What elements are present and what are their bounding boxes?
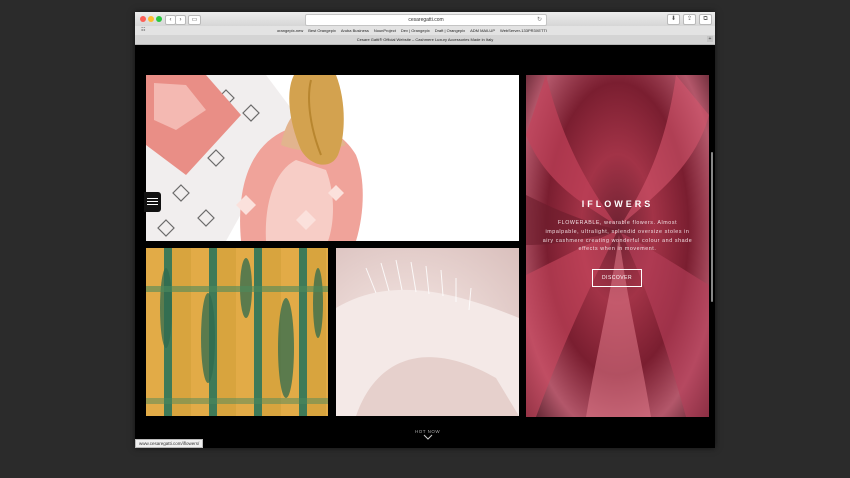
bookmark-item[interactable]: Dev | Orangepix bbox=[401, 26, 430, 35]
forward-button[interactable]: › bbox=[175, 15, 186, 25]
bookmark-item[interactable]: WebServer-133PR3XETTI bbox=[500, 26, 547, 35]
address-url: cesaregatti.com bbox=[408, 17, 444, 23]
share-button[interactable]: ⇪ bbox=[683, 14, 696, 25]
iflowers-feature[interactable]: IFLOWERS FLOWERABLE, wearable flowers. A… bbox=[526, 75, 709, 417]
minimize-window-button[interactable] bbox=[148, 16, 154, 22]
bookmark-item[interactable]: orangepix-new bbox=[277, 26, 303, 35]
browser-window: ‹ › ▭ cesaregatti.com ↻ ⬇ ⇪ ⧉ ☷ orangepi… bbox=[135, 12, 715, 448]
collection-description: FLOWERABLE, wearable flowers. Almost imp… bbox=[542, 220, 693, 253]
collection-title: IFLOWERS bbox=[581, 199, 654, 209]
bookmark-item[interactable]: NounProject bbox=[374, 26, 396, 35]
grid-icon[interactable]: ☷ bbox=[141, 27, 145, 33]
new-tab-icon[interactable]: + bbox=[707, 36, 713, 42]
shibori-pattern bbox=[146, 258, 328, 404]
tab-title[interactable]: Cesare Gatti® Official Website – Cashmer… bbox=[357, 37, 493, 42]
close-window-button[interactable] bbox=[140, 16, 146, 22]
browser-toolbar: ‹ › ▭ cesaregatti.com ↻ ⬇ ⇪ ⧉ bbox=[135, 12, 715, 26]
address-bar[interactable]: cesaregatti.com ↻ bbox=[305, 14, 547, 26]
reload-icon[interactable]: ↻ bbox=[537, 15, 542, 25]
bookmark-item[interactable]: Draft | Orangepix bbox=[435, 26, 465, 35]
bookmark-item[interactable]: Best Orangepix bbox=[308, 26, 336, 35]
fabric-texture bbox=[336, 259, 519, 416]
tabs-overview-button[interactable]: ⧉ bbox=[699, 14, 712, 25]
download-button[interactable]: ⬇ bbox=[667, 14, 680, 25]
page-content: IFLOWERS FLOWERABLE, wearable flowers. A… bbox=[135, 45, 715, 448]
shibori-fabric-image[interactable] bbox=[146, 248, 328, 416]
bookmark-item[interactable]: ADM MAILUP bbox=[470, 26, 495, 35]
sidebar-toggle-button[interactable]: ▭ bbox=[188, 15, 201, 25]
hero-image[interactable] bbox=[146, 75, 519, 241]
hero-illustration bbox=[146, 75, 519, 241]
discover-button[interactable]: DISCOVER bbox=[592, 269, 642, 287]
tab-bar: Cesare Gatti® Official Website – Cashmer… bbox=[135, 35, 715, 45]
hamburger-menu-icon[interactable] bbox=[144, 192, 161, 212]
bookmark-item[interactable]: Aruba Business bbox=[341, 26, 369, 35]
chevron-down-icon[interactable] bbox=[423, 434, 433, 440]
bookmark-list: orangepix-new Best Orangepix Aruba Busin… bbox=[277, 26, 547, 35]
cashmere-fabric-image[interactable] bbox=[336, 248, 519, 416]
zoom-window-button[interactable] bbox=[156, 16, 162, 22]
status-bar-url: www.cesaregatti.com/iflowers/ bbox=[135, 439, 204, 448]
scrollbar[interactable] bbox=[711, 152, 713, 302]
